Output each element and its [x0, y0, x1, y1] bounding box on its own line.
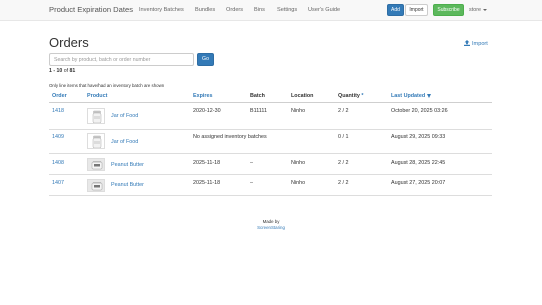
- row-divider: [49, 153, 492, 154]
- column-product[interactable]: Product: [87, 93, 107, 99]
- column-batch: Batch: [250, 93, 265, 99]
- peanut-butter-icon: [88, 159, 104, 170]
- order-link[interactable]: 1418: [52, 108, 64, 114]
- quantity-help-marker[interactable]: *: [361, 93, 363, 99]
- go-button[interactable]: Go: [197, 53, 214, 66]
- upload-icon: [464, 40, 470, 46]
- order-link[interactable]: 1409: [52, 134, 64, 140]
- batch-value[interactable]: B11111: [250, 108, 267, 114]
- top-navbar: Product Expiration Dates Inventory Batch…: [0, 0, 542, 21]
- column-quantity-label: Quantity: [338, 93, 360, 99]
- order-link[interactable]: 1407: [52, 180, 64, 186]
- pagination-range: 1 - 10: [49, 68, 63, 74]
- nav-inventory-batches[interactable]: Inventory Batches: [139, 7, 184, 13]
- column-expires[interactable]: Expires: [193, 93, 212, 99]
- row-divider: [49, 195, 492, 196]
- store-menu[interactable]: store: [469, 7, 487, 13]
- product-link[interactable]: Peanut Butter: [111, 182, 144, 188]
- updated-value: August 28, 2025 22:45: [391, 160, 446, 166]
- nav-bundles[interactable]: Bundles: [195, 7, 215, 13]
- footer-company-link[interactable]: ScreenStaring: [0, 225, 542, 230]
- expires-value: 2025-11-18: [193, 180, 221, 186]
- product-image: [87, 133, 105, 149]
- footer-made-by: Made by: [262, 219, 280, 224]
- jar-icon: [92, 110, 102, 123]
- product-link[interactable]: Jar of Food: [111, 139, 138, 145]
- product-image: [87, 108, 105, 124]
- updated-value: August 27, 2025 20:07: [391, 180, 446, 186]
- column-last-updated-label: Last Updated: [391, 93, 426, 99]
- location-value: Ninho: [291, 180, 306, 186]
- table-note: Only line items that have/had an invento…: [49, 83, 165, 88]
- product-link[interactable]: Peanut Butter: [111, 162, 144, 168]
- chevron-down-icon: [482, 8, 487, 11]
- jar-icon: [92, 135, 102, 148]
- updated-value: October 20, 2025 03:26: [391, 108, 448, 114]
- column-location: Location: [291, 93, 314, 99]
- add-button[interactable]: Add: [387, 4, 404, 16]
- peanut-butter-icon: [88, 180, 104, 191]
- location-value: Ninho: [291, 160, 306, 166]
- row-divider: [49, 129, 492, 130]
- import-link[interactable]: Import: [464, 40, 488, 47]
- product-image: [87, 179, 105, 192]
- product-link[interactable]: Jar of Food: [111, 113, 138, 119]
- batch-value: –: [250, 180, 253, 186]
- location-value: Ninho: [291, 108, 306, 114]
- store-menu-label: store: [469, 7, 481, 13]
- pagination-total: 81: [69, 68, 76, 74]
- column-last-updated[interactable]: Last Updated: [391, 93, 432, 99]
- nav-bins[interactable]: Bins: [254, 7, 265, 13]
- quantity-value: 0 / 1: [338, 134, 349, 140]
- product-image: [87, 158, 105, 171]
- nav-settings[interactable]: Settings: [277, 7, 297, 13]
- order-link[interactable]: 1408: [52, 160, 64, 166]
- page-title: Orders: [49, 35, 89, 50]
- expires-value: 2025-11-18: [193, 160, 221, 166]
- updated-value: August 29, 2025 09:33: [391, 134, 446, 140]
- table-header-divider: [49, 102, 492, 103]
- import-button[interactable]: Import: [405, 4, 428, 16]
- app-brand[interactable]: Product Expiration Dates: [49, 5, 133, 14]
- nav-users-guide[interactable]: User's Guide: [308, 7, 340, 13]
- expires-value: 2020-12-30: [193, 108, 221, 114]
- row-divider: [49, 174, 492, 175]
- quantity-value: 2 / 2: [338, 108, 349, 114]
- subscribe-button[interactable]: Subscribe: [433, 4, 464, 16]
- pagination-of: of: [63, 68, 69, 74]
- quantity-value: 2 / 2: [338, 180, 349, 186]
- import-link-label: Import: [472, 41, 488, 47]
- column-quantity: Quantity *: [338, 93, 363, 99]
- column-order[interactable]: Order: [52, 93, 67, 99]
- sort-down-icon: [427, 93, 432, 98]
- expires-value: No assigned inventory batches: [193, 134, 267, 140]
- quantity-value: 2 / 2: [338, 160, 349, 166]
- search-input[interactable]: [49, 53, 194, 66]
- batch-value: –: [250, 160, 253, 166]
- pagination-count: 1 - 10 of 81: [49, 68, 75, 74]
- nav-orders[interactable]: Orders: [226, 7, 243, 13]
